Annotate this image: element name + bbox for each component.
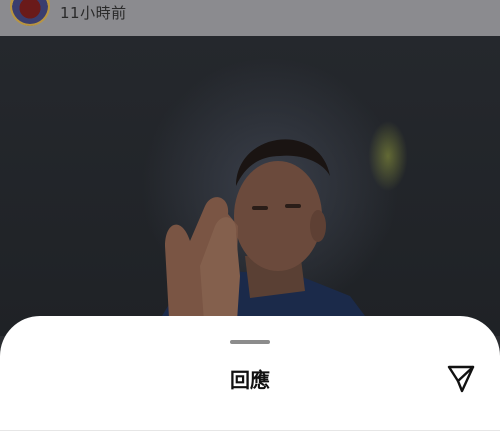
send-icon xyxy=(447,365,475,393)
post-header: 11小時前 xyxy=(0,0,500,36)
sheet-title: 回應 xyxy=(230,368,270,392)
player-photo-illustration xyxy=(150,139,380,336)
avatar[interactable] xyxy=(10,0,50,26)
comments-sheet: 回應 xyxy=(0,316,500,440)
post-photo[interactable] xyxy=(0,36,500,336)
sheet-divider xyxy=(0,430,500,431)
send-button[interactable] xyxy=(444,362,478,396)
sheet-grabber[interactable] xyxy=(230,340,270,344)
post-timestamp: 11小時前 xyxy=(60,4,127,22)
